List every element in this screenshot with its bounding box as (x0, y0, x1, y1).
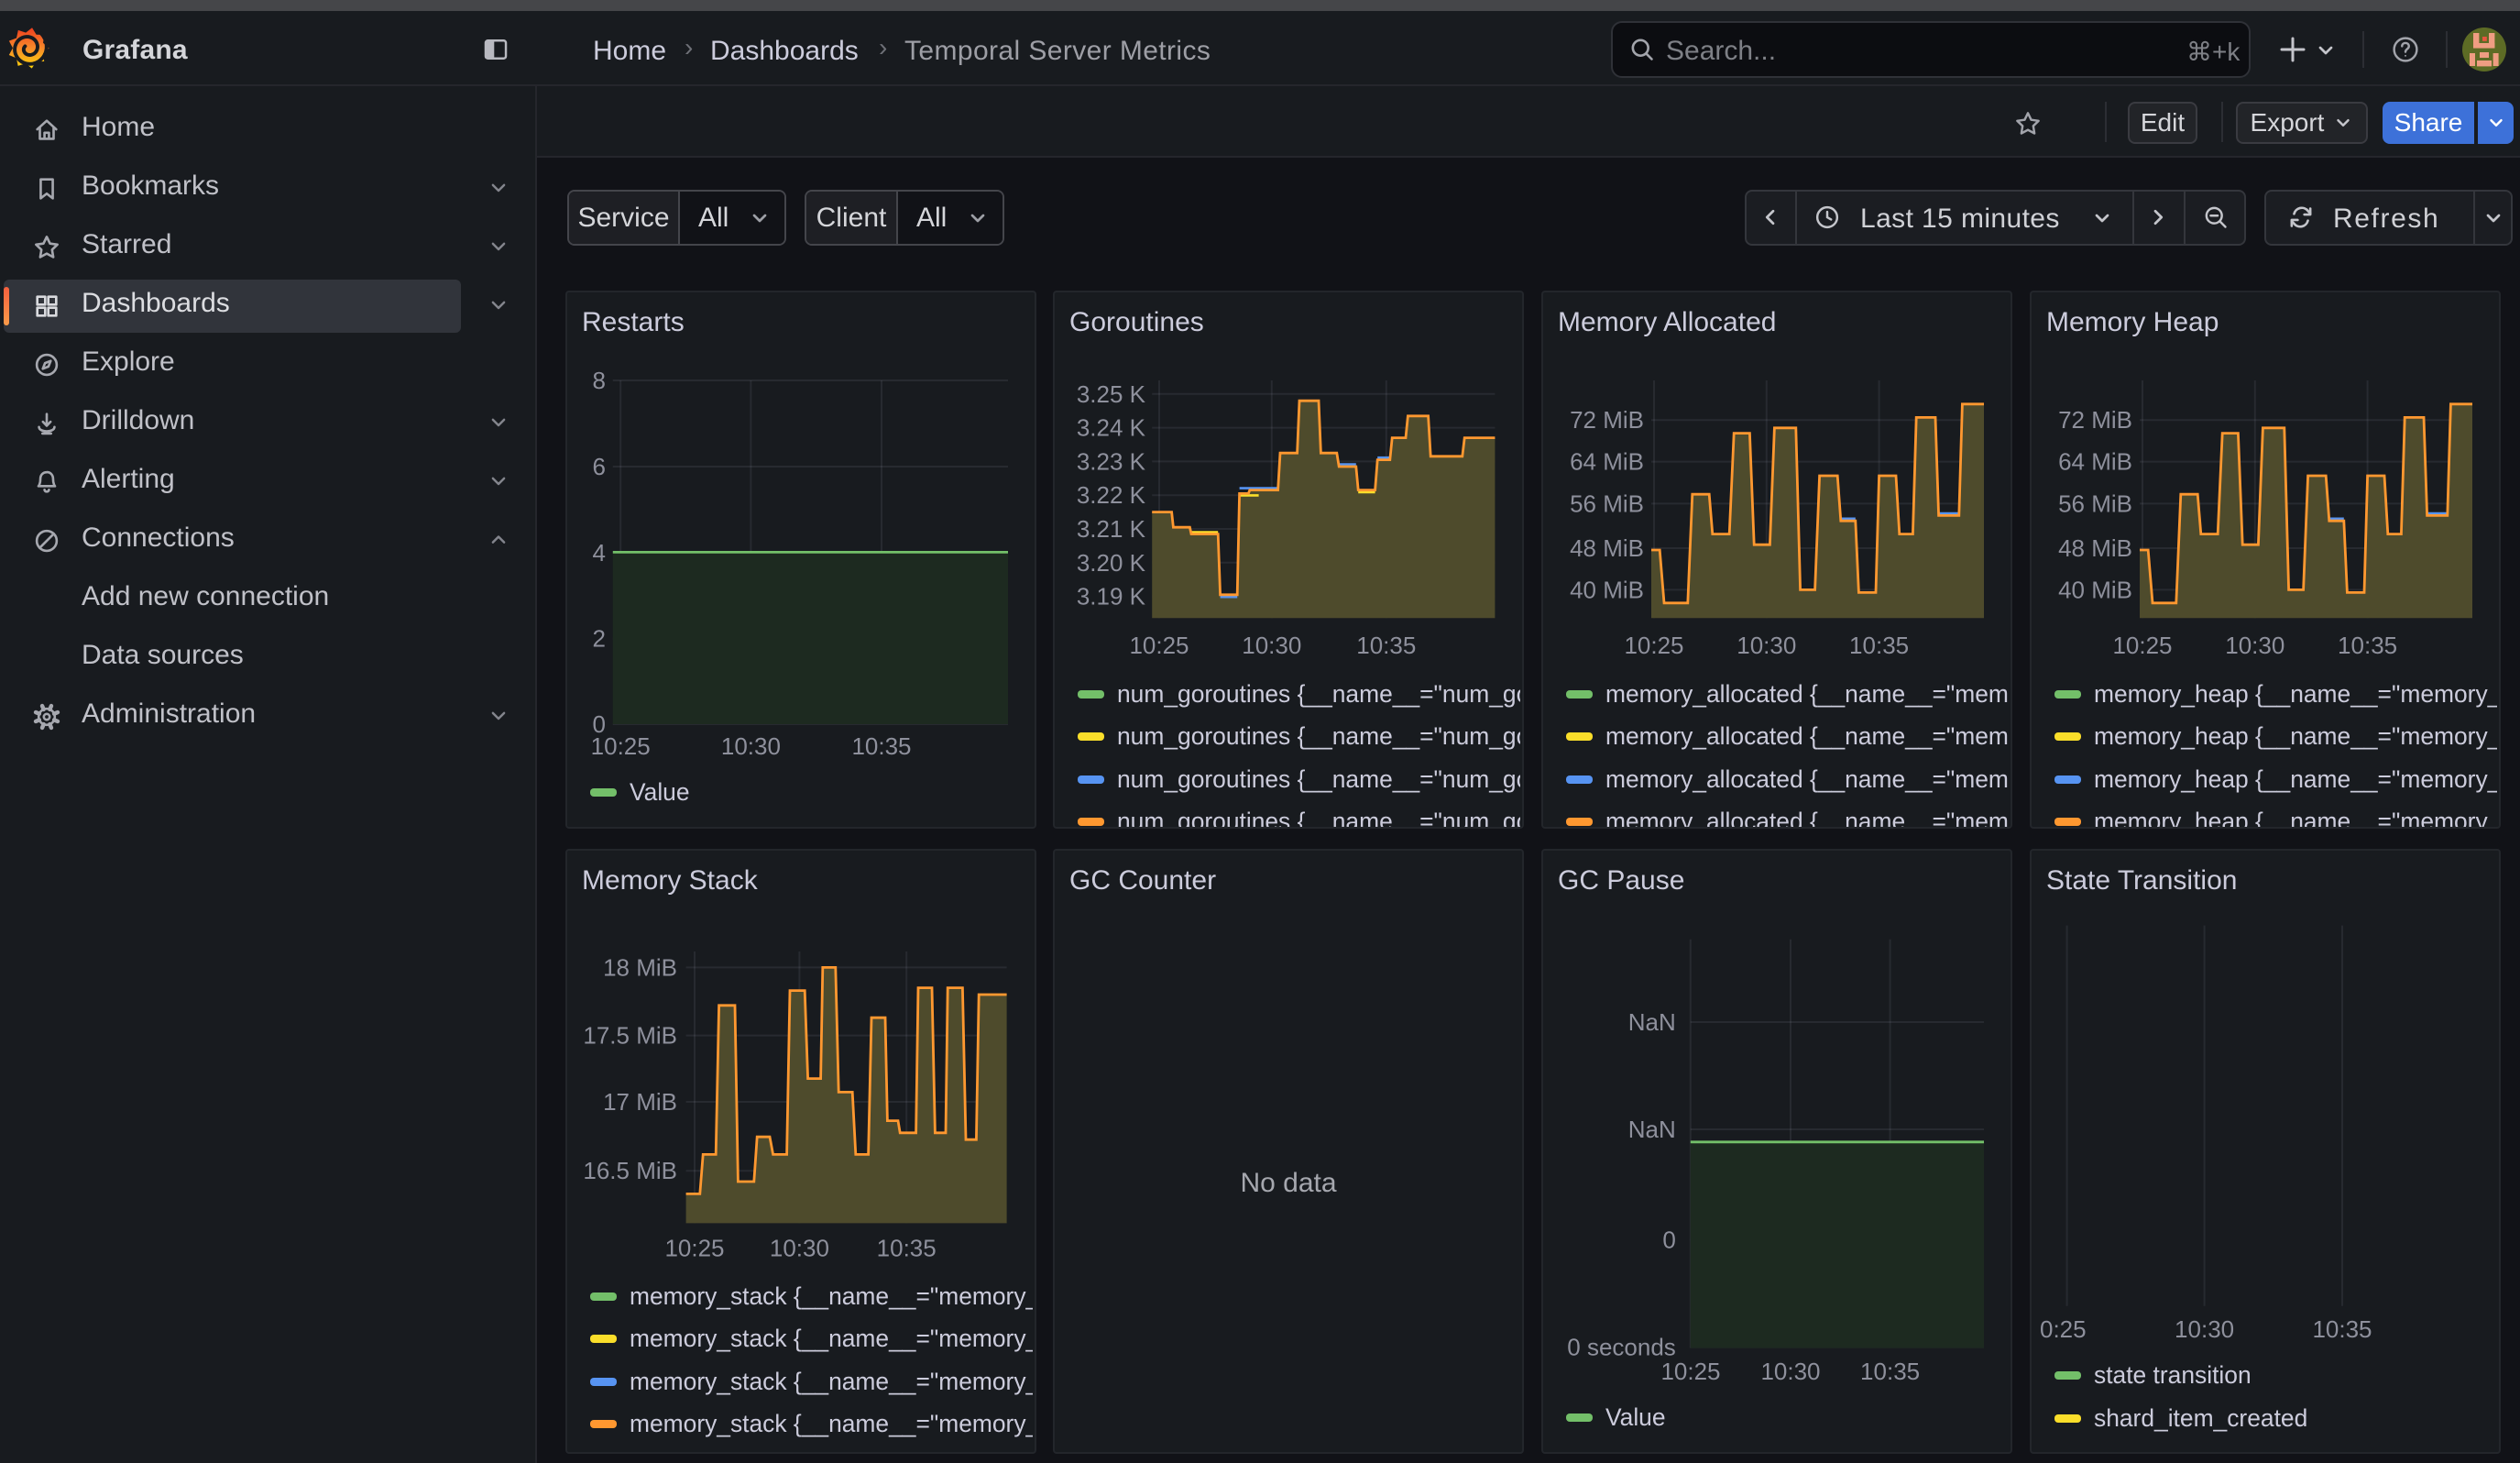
svg-text:10:35: 10:35 (2312, 1315, 2372, 1343)
svg-text:10:35: 10:35 (851, 732, 911, 760)
svg-text:40 MiB: 40 MiB (1570, 576, 1644, 603)
svg-text:16.5 MiB: 16.5 MiB (583, 1157, 677, 1184)
svg-text:3.25 K: 3.25 K (1077, 380, 1146, 408)
svg-text:6: 6 (593, 453, 606, 480)
svg-text:10:30: 10:30 (1737, 632, 1796, 659)
svg-text:10:35: 10:35 (1860, 1358, 1920, 1385)
svg-text:10:25: 10:25 (1660, 1358, 1720, 1385)
svg-text:64 MiB: 64 MiB (1570, 448, 1644, 476)
svg-text:10:25: 10:25 (2112, 632, 2172, 659)
svg-text:72 MiB: 72 MiB (1570, 406, 1644, 434)
svg-text:17 MiB: 17 MiB (603, 1088, 677, 1116)
svg-text:40 MiB: 40 MiB (2058, 576, 2132, 603)
svg-text:48 MiB: 48 MiB (2058, 534, 2132, 562)
svg-text:0 seconds: 0 seconds (1567, 1334, 1676, 1361)
svg-text:4: 4 (593, 539, 606, 566)
svg-text:17.5 MiB: 17.5 MiB (583, 1022, 677, 1050)
svg-text:72 MiB: 72 MiB (2058, 406, 2132, 434)
svg-text:48 MiB: 48 MiB (1570, 534, 1644, 562)
svg-text:2: 2 (593, 625, 606, 653)
svg-text:3.23 K: 3.23 K (1077, 447, 1146, 475)
svg-text:10:30: 10:30 (721, 732, 781, 760)
svg-text:64 MiB: 64 MiB (2058, 448, 2132, 476)
svg-text:3.19 K: 3.19 K (1077, 583, 1146, 610)
svg-text:10:30: 10:30 (2225, 632, 2284, 659)
svg-text:10:25: 10:25 (664, 1235, 724, 1262)
svg-text:10:25: 10:25 (1624, 632, 1683, 659)
svg-text:3.24 K: 3.24 K (1077, 414, 1146, 442)
svg-text:10:30: 10:30 (1760, 1358, 1820, 1385)
svg-text:10:30: 10:30 (1242, 632, 1301, 659)
svg-text:NaN: NaN (1628, 1008, 1676, 1036)
svg-text:10:35: 10:35 (1849, 632, 1909, 659)
svg-text:3.20 K: 3.20 K (1077, 549, 1146, 577)
svg-text:10:25: 10:25 (1129, 632, 1189, 659)
svg-text:3.21 K: 3.21 K (1077, 515, 1146, 543)
svg-text:10:25: 10:25 (591, 732, 651, 760)
svg-text:10:35: 10:35 (2338, 632, 2397, 659)
svg-text:0: 0 (1662, 1226, 1675, 1254)
svg-text:10:30: 10:30 (2175, 1315, 2234, 1343)
svg-text:NaN: NaN (1628, 1116, 1676, 1143)
svg-text:10:30: 10:30 (770, 1235, 829, 1262)
svg-text:56 MiB: 56 MiB (2058, 490, 2132, 517)
svg-text:0:25: 0:25 (2040, 1315, 2087, 1343)
svg-text:8: 8 (593, 367, 606, 394)
svg-text:10:35: 10:35 (1356, 632, 1416, 659)
svg-text:10:35: 10:35 (877, 1235, 937, 1262)
svg-text:18 MiB: 18 MiB (603, 953, 677, 981)
svg-text:3.22 K: 3.22 K (1077, 481, 1146, 509)
svg-text:56 MiB: 56 MiB (1570, 490, 1644, 517)
